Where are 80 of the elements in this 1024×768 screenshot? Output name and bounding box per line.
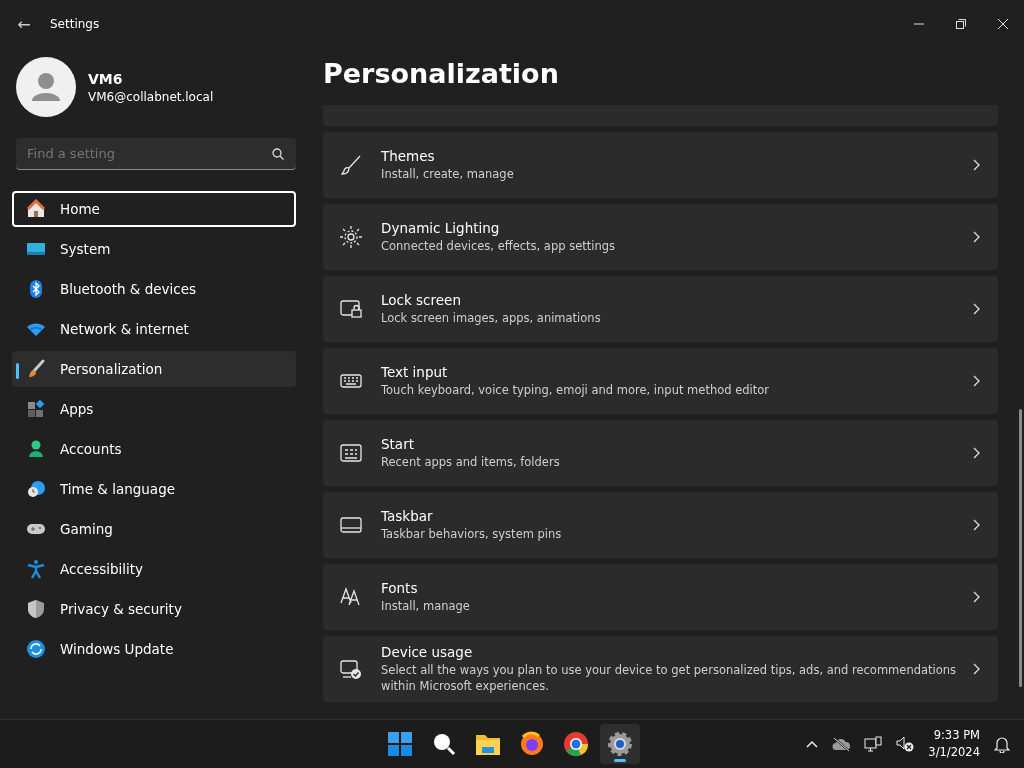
user-name: VM6 [88, 70, 124, 87]
taskbar-app[interactable] [600, 724, 640, 764]
chevron-right-icon [972, 231, 980, 243]
start-menu-icon [339, 441, 363, 465]
sidebar-item[interactable]: Home [12, 191, 296, 227]
back-button[interactable]: ← [0, 14, 48, 34]
chevron-right-icon [972, 591, 980, 603]
chevron-right-icon [972, 663, 980, 675]
sidebar-item[interactable]: Accessibility [12, 551, 296, 587]
settings-card[interactable]: Dynamic Lighting Connected devices, effects, app settings [323, 204, 998, 270]
sidebar-item[interactable]: Bluetooth & devices [12, 271, 296, 307]
card-title: Taskbar [381, 508, 434, 524]
sidebar-item[interactable]: Gaming [12, 511, 296, 547]
bell-icon[interactable] [994, 735, 1010, 753]
person-icon [26, 439, 46, 459]
avatar-icon [16, 57, 76, 117]
chevron-right-icon [972, 447, 980, 459]
speaker-muted-icon[interactable] [896, 736, 915, 752]
browser-icon [561, 729, 591, 759]
selection-indicator [16, 363, 19, 379]
card-title: Dynamic Lighting [381, 220, 501, 236]
maximize-icon[interactable] [956, 19, 966, 29]
search-field[interactable]: Find a setting [16, 138, 296, 170]
settings-card[interactable]: Taskbar Taskbar behaviors, system pins [323, 492, 998, 558]
card-title: Device usage [381, 644, 474, 660]
gear-icon [605, 729, 635, 759]
chevron-right-icon [972, 159, 980, 171]
chevron-right-icon [972, 375, 980, 387]
paintbrush-icon [26, 359, 46, 379]
search-icon [272, 148, 284, 160]
sidebar-item[interactable]: Privacy & security [12, 591, 296, 627]
settings-card[interactable]: Start Recent apps and items, folders [323, 420, 998, 486]
shield-icon [26, 599, 46, 619]
card-title: Lock screen [381, 292, 462, 308]
running-indicator [614, 759, 626, 762]
card-subtitle: Taskbar behaviors, system pins [381, 526, 563, 542]
card-title: Fonts [381, 580, 419, 596]
accessibility-icon [26, 559, 46, 579]
clock[interactable]: 9:33 PM 3/1/2024 [928, 727, 980, 761]
chevron-right-icon [972, 519, 980, 531]
card-subtitle: Touch keyboard, voice typing, emoji and more, input method editor [381, 382, 770, 398]
close-icon[interactable] [998, 19, 1008, 29]
cloud-off-icon[interactable] [832, 737, 851, 751]
card-title: Themes [381, 148, 436, 164]
chevron-up-icon[interactable] [806, 740, 819, 748]
settings-card[interactable]: Text input Touch keyboard, voice typing, emoji and more, input method editor [323, 348, 998, 414]
sidebar-item[interactable]: Apps [12, 391, 296, 427]
window-title: Settings [50, 17, 101, 31]
sidebar-item[interactable]: Time & language [12, 471, 296, 507]
brush-icon [339, 153, 363, 177]
lock-screen-icon [339, 297, 363, 321]
globe-clock-icon [26, 479, 46, 499]
apps-icon [26, 399, 46, 419]
card-subtitle: Select all the ways you plan to use your device to get personalized tips, ads, and recommendations within Microsoft experiences. [381, 662, 958, 694]
update-icon [26, 639, 46, 659]
chevron-right-icon [972, 303, 980, 315]
page-title: Personalization [323, 58, 560, 91]
start-icon [385, 729, 415, 759]
settings-card[interactable]: Device usage Select all the ways you plan to use your device to get personalized tips, ads, and recommendations within Microsoft experiences. [323, 636, 998, 702]
card-title: Start [381, 436, 415, 452]
card-subtitle: Lock screen images, apps, animations [381, 310, 602, 326]
sidebar-item[interactable]: Network & internet [12, 311, 296, 347]
user-email: VM6@collabnet.local [88, 89, 214, 104]
card-subtitle: Install, create, manage [381, 166, 515, 182]
scrollbar-thumb[interactable] [1019, 409, 1022, 687]
sidebar-item[interactable]: Windows Update [12, 631, 296, 667]
settings-card[interactable]: Fonts Install, manage [323, 564, 998, 630]
home-icon [26, 199, 46, 219]
card-subtitle: Recent apps and items, folders [381, 454, 561, 470]
sidebar-item[interactable]: Personalization [12, 351, 296, 387]
sidebar-item[interactable]: System [12, 231, 296, 267]
device-check-icon [339, 657, 363, 681]
settings-card[interactable]: Lock screen Lock screen images, apps, animations [323, 276, 998, 342]
network-icon[interactable] [864, 736, 883, 752]
sparkle-icon [339, 225, 363, 249]
card-title: Text input [381, 364, 449, 380]
card-subtitle: Install, manage [381, 598, 471, 614]
card-subtitle: Connected devices, effects, app settings [381, 238, 617, 254]
settings-card[interactable]: Themes Install, create, manage [323, 132, 998, 198]
sidebar-item[interactable]: Accounts [12, 431, 296, 467]
